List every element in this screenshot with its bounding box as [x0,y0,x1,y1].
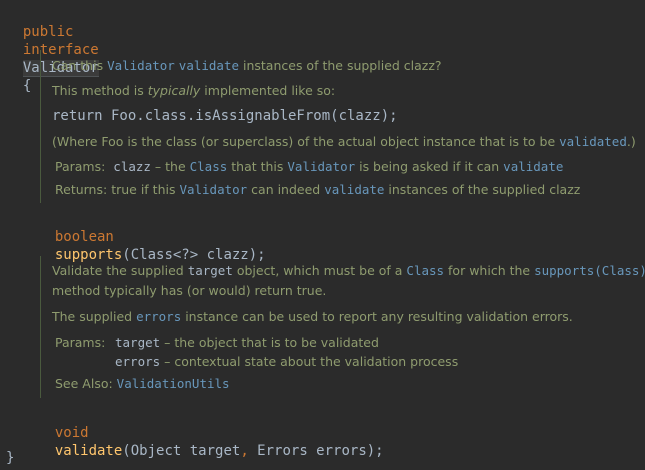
boolean-keyword: boolean [54,229,114,245]
doc2-see-also: See Also: ValidationUtils [55,376,230,392]
doc-line-1: Can this Validator validate instances of… [52,58,442,73]
javadoc-supports: Can this Validator validate instances of… [40,50,641,203]
target-code: target [187,263,233,278]
link-class[interactable]: Class [190,159,228,174]
link-validate[interactable]: validate [179,58,239,73]
link-validated[interactable]: validated [559,134,627,149]
close-brace: } [6,450,15,466]
link-validation-utils[interactable]: ValidationUtils [117,376,230,391]
param-clazz: clazz [113,159,151,174]
doc2-params-label: Params: [55,335,106,350]
javadoc-validate: Validate the supplied target object, whi… [40,256,645,398]
param-target: target [115,335,161,350]
doc2-line-1: Validate the supplied target object, whi… [52,263,645,278]
method-validate: void validate(Object target, Errors erro… [54,425,384,459]
link-validator-2[interactable]: Validator [287,159,355,174]
link-supports[interactable]: supports(Class) [534,263,645,278]
open-brace: { [22,78,32,94]
doc2-param-errors: errors – contextual state about the vali… [115,354,459,369]
doc-returns: Returns: true if this Validator can inde… [55,182,581,197]
doc2-line-2: method typically has (or would) return t… [52,283,327,298]
see-also-label: See Also: [55,376,113,391]
method-name-validate[interactable]: validate [55,443,122,459]
link-validate-2[interactable]: validate [503,159,563,174]
param-errors: errors [115,354,161,369]
public-keyword: public [22,24,74,40]
returns-label: Returns: [55,182,108,197]
doc-code-example: return Foo.class.isAssignableFrom(clazz)… [52,108,398,124]
doc2-param-target: target – the object that is to be valida… [115,335,379,350]
link-errors[interactable]: errors [136,309,181,324]
doc-params: Params: clazz – the Class that this Vali… [55,159,564,174]
void-keyword: void [54,425,89,441]
doc-line-2: This method is typically implemented lik… [52,83,336,98]
doc-line-4: (Where Foo is the class (or superclass) … [52,134,636,149]
link-validator[interactable]: Validator [107,58,175,73]
params-label: Params: [55,159,106,174]
link-validator-3[interactable]: Validator [179,182,247,197]
doc2-line-3: The supplied errors instance can be used… [52,309,573,324]
link-validate-3[interactable]: validate [324,182,384,197]
link-class-2[interactable]: Class [406,263,444,278]
comma: , [240,443,249,459]
